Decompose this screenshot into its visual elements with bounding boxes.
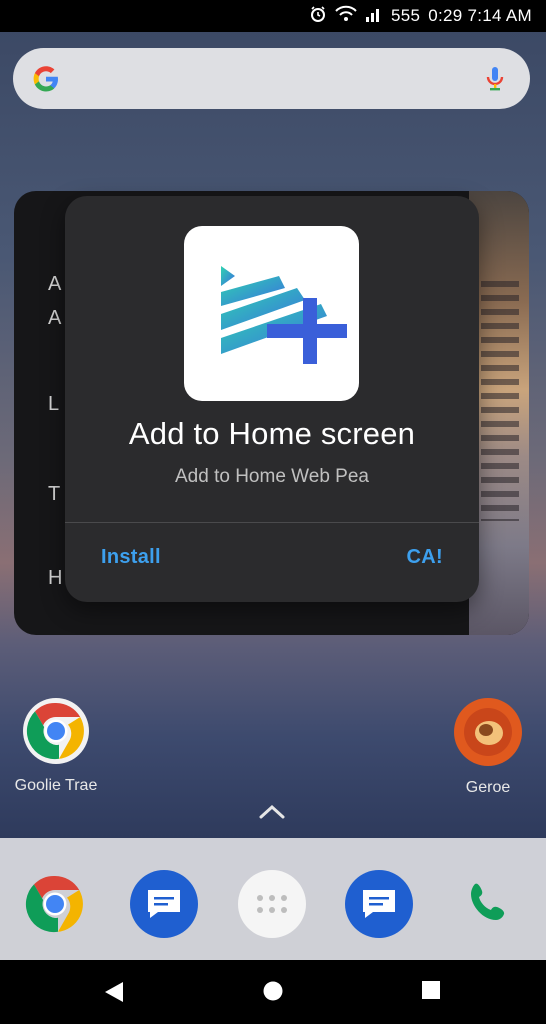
card-text-line: H [48, 567, 63, 589]
home-icon[interactable] [262, 980, 284, 1002]
game-app-icon [454, 698, 522, 766]
alarm-icon [309, 5, 327, 27]
messages-icon [363, 890, 395, 918]
google-g-icon [33, 65, 58, 91]
chrome-icon [23, 698, 89, 764]
card-text-line: A [48, 307, 62, 329]
phone-icon [471, 883, 505, 920]
install-button[interactable]: Install [101, 546, 161, 569]
add-to-home-dialog: Add to Home screen Add to Home Web Pea I… [65, 196, 479, 602]
dock-chrome[interactable] [21, 870, 89, 938]
divider [65, 522, 479, 523]
app-icon [184, 226, 359, 401]
battery-text: 555 [390, 6, 421, 25]
dock-messages-2[interactable] [345, 870, 413, 938]
dock-phone[interactable] [455, 870, 523, 938]
recents-icon[interactable] [421, 980, 441, 1000]
dock [0, 838, 546, 960]
dock-app-drawer[interactable] [238, 870, 306, 938]
wifi-icon [335, 5, 357, 27]
card-text-line: A [48, 273, 62, 295]
web-app-plus-icon [220, 265, 347, 364]
messages-icon [148, 890, 180, 918]
google-search-bar[interactable] [13, 48, 530, 109]
navigation-bar [0, 960, 546, 1024]
home-app-chrome[interactable]: Goolie Trae [6, 697, 106, 795]
dock-messages[interactable] [130, 870, 198, 938]
dialog-subtitle: Add to Home Web Pea [175, 466, 369, 487]
home-app-game[interactable]: Geroe [438, 697, 538, 797]
back-icon[interactable] [103, 980, 125, 1004]
cancel-button[interactable]: CA! [407, 546, 443, 569]
signal-icon [365, 5, 383, 27]
clock: 0:29 7:14 AM [428, 6, 532, 25]
dialog-title: Add to Home screen [128, 416, 416, 451]
card-text-line: L [48, 393, 60, 415]
chrome-icon [25, 875, 83, 933]
status-bar: 555 0:29 7:14 AM [0, 0, 546, 32]
building-image [481, 281, 519, 521]
app-label: Goolie Trae [14, 777, 98, 794]
card-text-line: T [48, 483, 61, 505]
app-drawer-icon [257, 895, 287, 913]
app-label: Geroe [465, 779, 511, 796]
chevron-up-icon[interactable] [258, 802, 286, 822]
mic-icon[interactable] [484, 65, 506, 93]
